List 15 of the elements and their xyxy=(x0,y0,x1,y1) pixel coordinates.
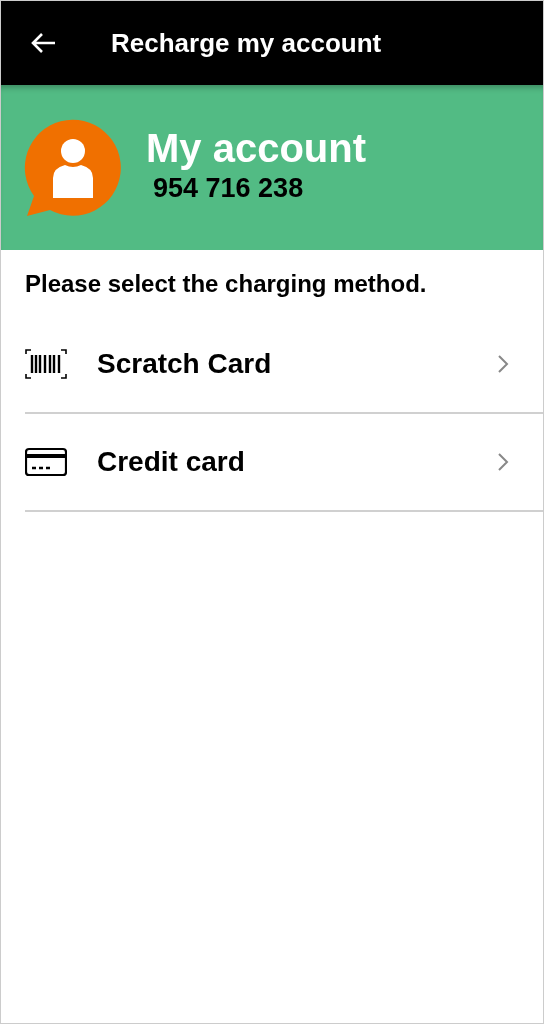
account-title: My account xyxy=(146,125,367,171)
phone-number: 954 716 238 xyxy=(153,172,305,204)
back-button[interactable] xyxy=(29,31,57,55)
method-label: Scratch Card xyxy=(97,348,273,380)
instruction-text: Please select the charging method. xyxy=(25,270,428,298)
chevron-right-icon xyxy=(497,452,509,472)
method-label: Credit card xyxy=(97,446,246,478)
back-arrow-icon xyxy=(29,31,57,55)
payment-method-item[interactable]: Scratch Card xyxy=(25,316,543,414)
screen-title: Recharge my account xyxy=(111,27,382,59)
user-avatar-icon xyxy=(23,117,123,218)
chevron-right-icon xyxy=(497,354,509,374)
payment-method-item[interactable]: Credit card xyxy=(25,414,543,512)
barcode-icon xyxy=(25,349,67,379)
credit-card-icon xyxy=(25,447,67,477)
